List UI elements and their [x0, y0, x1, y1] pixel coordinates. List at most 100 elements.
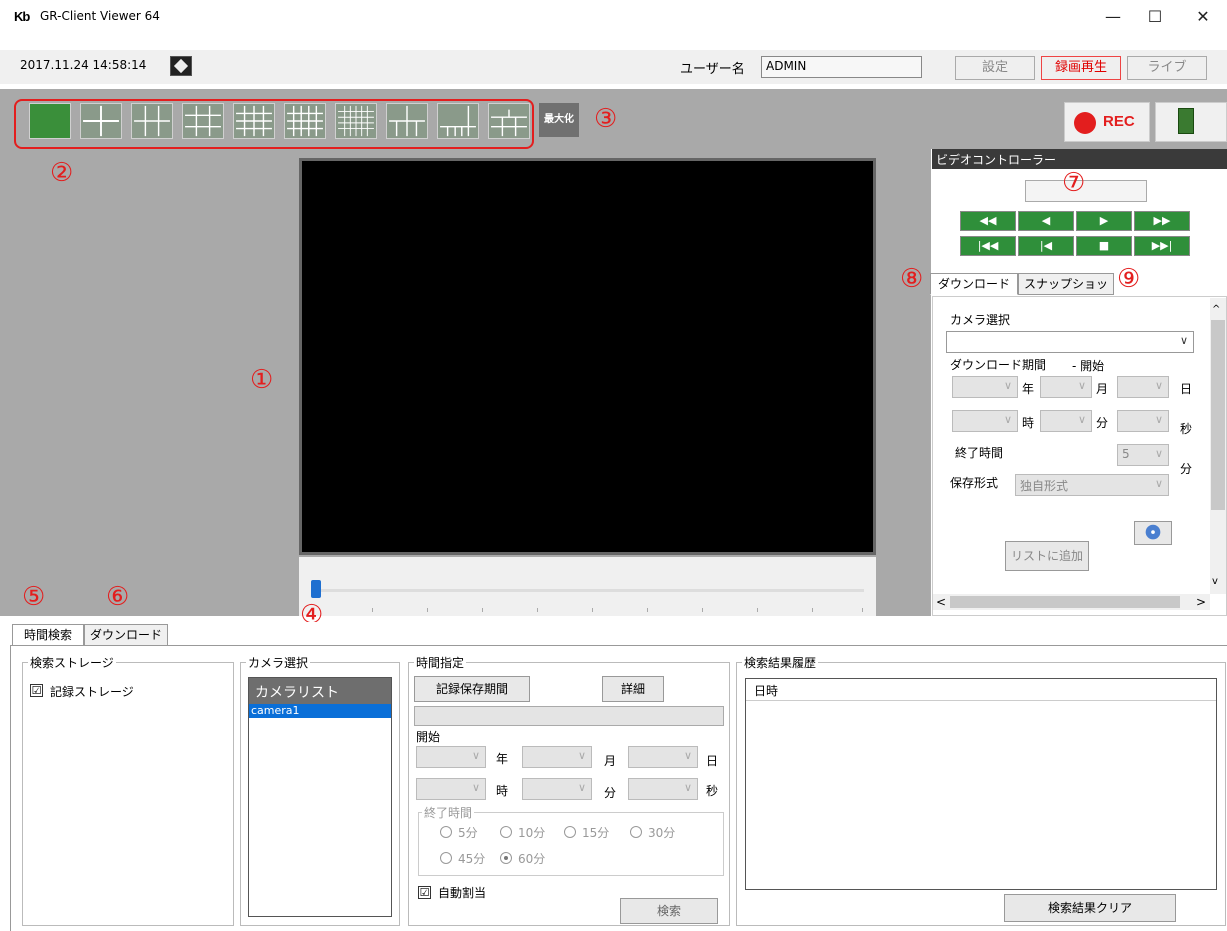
format-dropdown[interactable]: 独自形式 — [1015, 474, 1169, 496]
user-name-label: ユーザー名 — [680, 62, 745, 77]
camera-list-header: カメラリスト — [249, 678, 391, 704]
history-column-date[interactable]: 日時 — [746, 679, 1216, 701]
radio-15min-label: 15分 — [582, 826, 610, 840]
time-day-label: 日 — [706, 754, 719, 768]
time-minute-label: 分 — [604, 786, 617, 800]
user-name-field[interactable]: ADMIN — [761, 56, 922, 78]
tab-download[interactable]: ダウンロード — [930, 273, 1018, 295]
camera-group-title: カメラ選択 — [246, 654, 311, 671]
annotation-5: ⑤ — [22, 582, 46, 612]
storage-group-title: 検索ストレージ — [28, 654, 116, 671]
camera-select-label: カメラ選択 — [950, 313, 1011, 327]
detail-button[interactable]: 詳細 — [602, 676, 664, 702]
radio-5min[interactable] — [440, 826, 452, 838]
record-period-button[interactable]: 記録保存期間 — [414, 676, 530, 702]
time-day-dropdown[interactable] — [628, 746, 698, 768]
history-list[interactable] — [745, 678, 1217, 890]
seek-tick — [427, 608, 428, 612]
seek-tick — [757, 608, 758, 612]
video-display[interactable] — [299, 158, 876, 555]
auto-assign-checkbox[interactable]: ☑ — [418, 886, 431, 899]
settings-button[interactable]: 設定 — [955, 56, 1035, 80]
storage-checkbox[interactable]: ☑ — [30, 684, 43, 697]
end-time-dropdown[interactable]: 5 — [1117, 444, 1169, 466]
annotation-3: ③ — [594, 104, 618, 134]
close-button[interactable]: ✕ — [1180, 4, 1226, 30]
seek-thumb[interactable] — [311, 580, 321, 598]
disc-icon[interactable] — [1134, 521, 1172, 545]
skip-start-button[interactable]: |◀◀ — [960, 236, 1016, 256]
skip-end-button[interactable]: ▶▶| — [1134, 236, 1190, 256]
seek-tick — [592, 608, 593, 612]
scroll-right-icon[interactable]: > — [1196, 595, 1206, 609]
video-controller-title: ビデオコントローラー — [932, 149, 1227, 169]
seek-bar[interactable] — [299, 557, 876, 616]
maximize-button[interactable]: ☐ — [1132, 4, 1178, 30]
end-time-label: 終了時間 — [955, 446, 1004, 460]
period-display — [414, 706, 724, 726]
minimize-button[interactable]: — — [1090, 4, 1136, 30]
download-period-label: ダウンロード期間 — [950, 358, 1047, 372]
clear-results-button[interactable]: 検索結果クリア — [1004, 894, 1176, 922]
fast-rewind-button[interactable]: ◀◀ — [960, 211, 1016, 231]
maximize-view-button[interactable]: 最大化 — [539, 103, 579, 137]
annotation-7: ⑦ — [1062, 168, 1086, 198]
time-group-title: 時間指定 — [414, 654, 467, 671]
vertical-scroll-thumb[interactable] — [1211, 320, 1225, 510]
time-hour-dropdown[interactable] — [416, 778, 486, 800]
playback-button[interactable]: 録画再生 — [1041, 56, 1121, 80]
add-to-list-button[interactable]: リストに追加 — [1005, 541, 1089, 571]
annotation-1: ① — [250, 365, 274, 395]
tab-time-search[interactable]: 時間検索 — [12, 624, 84, 646]
storage-group — [22, 662, 234, 926]
month-dropdown[interactable] — [1040, 376, 1092, 398]
scroll-left-icon[interactable]: < — [936, 595, 946, 609]
stop-button[interactable]: ■ — [1076, 236, 1132, 256]
second-dropdown[interactable] — [1117, 410, 1169, 432]
diamond-icon[interactable] — [170, 56, 192, 76]
radio-15min[interactable] — [564, 826, 576, 838]
reverse-play-button[interactable]: ◀ — [1018, 211, 1074, 231]
seek-tick — [702, 608, 703, 612]
time-minute-dropdown[interactable] — [522, 778, 592, 800]
day-label: 日 — [1180, 382, 1193, 396]
hour-dropdown[interactable] — [952, 410, 1018, 432]
day-dropdown[interactable] — [1117, 376, 1169, 398]
radio-10min-label: 10分 — [518, 826, 546, 840]
camera-select-dropdown[interactable] — [946, 331, 1194, 353]
play-button[interactable]: ▶ — [1076, 211, 1132, 231]
radio-45min[interactable] — [440, 852, 452, 864]
end-time-group-title: 終了時間 — [422, 804, 475, 821]
title-bar — [0, 0, 1227, 34]
annotation-2: ② — [50, 158, 74, 188]
annotation-9: ⑨ — [1117, 264, 1141, 294]
seek-tick — [862, 608, 863, 612]
minute-dropdown[interactable] — [1040, 410, 1092, 432]
camera-list-item[interactable]: camera1 — [249, 704, 391, 718]
radio-30min[interactable] — [630, 826, 642, 838]
time-second-label: 秒 — [706, 784, 719, 798]
time-start-label: 開始 — [416, 730, 441, 744]
minute-label: 分 — [1096, 416, 1109, 430]
time-year-dropdown[interactable] — [416, 746, 486, 768]
seek-tick — [372, 608, 373, 612]
year-dropdown[interactable] — [952, 376, 1018, 398]
radio-10min[interactable] — [500, 826, 512, 838]
start-label: - 開始 — [1072, 359, 1105, 373]
time-year-label: 年 — [496, 752, 509, 766]
fast-forward-button[interactable]: ▶▶ — [1134, 211, 1190, 231]
radio-60min[interactable] — [500, 852, 512, 864]
radio-60min-label: 60分 — [518, 852, 546, 866]
time-second-dropdown[interactable] — [628, 778, 698, 800]
scroll-up-icon[interactable]: ^ — [1212, 304, 1220, 315]
layout-group-highlight — [14, 99, 534, 149]
step-back-button[interactable]: |◀ — [1018, 236, 1074, 256]
tab-download-bottom[interactable]: ダウンロード — [84, 624, 168, 646]
live-button[interactable]: ライブ — [1127, 56, 1207, 80]
scroll-down-icon[interactable]: v — [1212, 576, 1218, 587]
time-month-dropdown[interactable] — [522, 746, 592, 768]
tab-snapshot[interactable]: スナップショット — [1018, 273, 1114, 311]
annotation-6: ⑥ — [106, 582, 130, 612]
horizontal-scroll-thumb[interactable] — [950, 596, 1180, 608]
search-button[interactable]: 検索 — [620, 898, 718, 924]
